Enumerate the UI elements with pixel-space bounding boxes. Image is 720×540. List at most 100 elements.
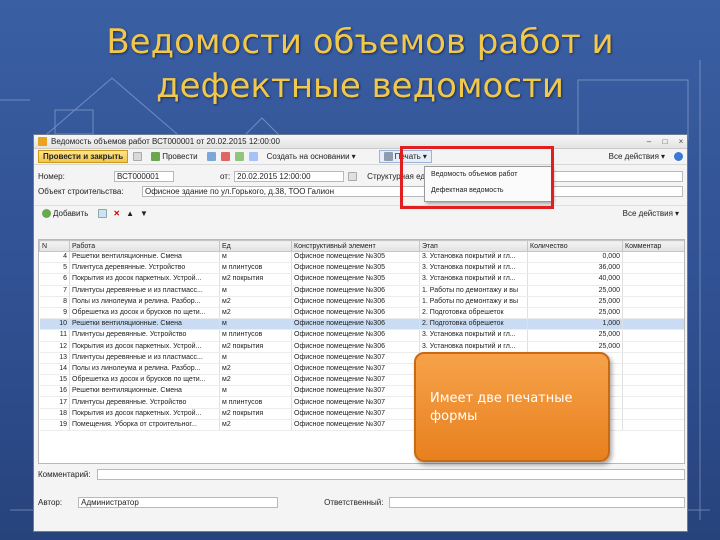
callout-note: Имеет две печатные формы — [414, 352, 610, 462]
cell-stage: 3. Установка покрытий и гл... — [419, 262, 528, 275]
cell-stage: 2. Подготовка обрешеток — [419, 318, 528, 331]
copy-icon[interactable] — [98, 209, 108, 218]
table-all-actions-button[interactable]: Все действия ▾ — [619, 207, 683, 220]
table-row[interactable]: 12 Покрытия из досок паркетных. Устрой...… — [39, 341, 684, 353]
cell-unit: м — [219, 352, 292, 364]
table-row[interactable]: 6 Покрытия из досок паркетных. Устрой... м… — [39, 273, 684, 286]
post-icon — [151, 152, 161, 161]
table-row[interactable]: 5 Плинтуса деревянные. Устройство м плинту… — [39, 262, 684, 275]
column-header-stage[interactable]: Этап — [419, 240, 528, 252]
author-row: Автор: Администратор Ответственный: — [38, 495, 685, 509]
add-icon — [42, 209, 51, 218]
author-field[interactable]: Администратор — [78, 496, 279, 508]
cell-elem: Офисное помещение №306 — [291, 329, 420, 342]
cell-unit: м2 — [219, 307, 292, 320]
table-row[interactable]: 11 Плинтусы деревянные. Устройство м плинт… — [39, 329, 684, 342]
cell-elem: Офисное помещение №306 — [291, 296, 420, 308]
cell-comment — [622, 419, 684, 432]
structure-icon[interactable] — [206, 152, 216, 161]
delete-icon[interactable]: ✕ — [113, 209, 120, 218]
table-row[interactable]: 8 Полы из линолеума и релина. Разбор... м2… — [39, 296, 684, 308]
table-row[interactable]: 4 Решетки вентиляционные. Смена м Офисное п… — [39, 251, 684, 264]
table-row[interactable]: 9 Обрешетка из досок и брусков по щети...… — [39, 307, 684, 320]
cell-elem: Офисное помещение №305 — [291, 262, 420, 275]
cell-stage: 3. Установка покрытий и гл... — [419, 273, 528, 286]
cell-elem: Офисное помещение №307 — [291, 419, 420, 432]
date-field[interactable]: 20.02.2015 12:00:00 — [234, 171, 345, 182]
cell-work: Обрешетка из досок и брусков по щети... — [69, 374, 220, 387]
cell-n: 11 — [39, 329, 70, 342]
cell-work: Покрытия из досок паркетных. Устрой... — [69, 341, 220, 353]
help-icon[interactable] — [674, 152, 683, 161]
post-and-close-button[interactable]: Провести и закрыть — [38, 150, 129, 163]
column-header-unit[interactable]: Ед — [219, 240, 292, 252]
number-field[interactable]: ВСТ000001 — [114, 171, 174, 182]
cell-elem: Офисное помещение №307 — [291, 363, 420, 376]
cell-n: 7 — [39, 285, 70, 297]
slide-title: Ведомости объемов работ и дефектные ведо… — [0, 20, 720, 108]
chevron-down-icon: ▾ — [674, 209, 679, 218]
calendar-icon[interactable] — [348, 172, 358, 181]
responsible-field[interactable] — [389, 496, 685, 508]
cell-n: 4 — [39, 251, 70, 264]
table-toolbar: Добавить ✕ ▲ ▼ Все действия ▾ — [34, 205, 687, 221]
column-header-n[interactable]: N — [39, 240, 70, 252]
cell-comment — [622, 318, 684, 331]
save-icon[interactable] — [133, 152, 143, 161]
related-docs-icon[interactable] — [234, 152, 244, 161]
date-label: от: — [220, 172, 231, 181]
minimize-icon[interactable]: – — [643, 137, 655, 147]
cell-work: Плинтусы деревянные. Устройство — [69, 329, 220, 342]
cell-qty: 1,000 — [527, 318, 623, 331]
cell-unit: м2 — [219, 419, 292, 432]
cell-work: Покрытия из досок паркетных. Устрой... — [69, 408, 220, 420]
cell-stage: 3. Установка покрытий и гл... — [419, 341, 528, 353]
chevron-down-icon: ▾ — [351, 152, 356, 161]
cell-n: 5 — [39, 262, 70, 275]
tree-icon[interactable] — [248, 152, 258, 161]
cell-comment — [622, 329, 684, 342]
all-actions-button[interactable]: Все действия ▾ — [605, 150, 669, 163]
cell-elem: Офисное помещение №307 — [291, 408, 420, 420]
create-based-on-button[interactable]: Создать на основании ▾ — [263, 150, 360, 163]
comment-field[interactable] — [96, 468, 685, 480]
cell-comment — [622, 408, 684, 420]
cell-comment — [622, 273, 684, 286]
add-row-button[interactable]: Добавить — [38, 207, 92, 220]
up-arrow-icon[interactable]: ▲ — [126, 209, 134, 218]
add-row-label: Добавить — [53, 209, 89, 218]
cell-n: 13 — [39, 352, 70, 364]
comment-row: Комментарий: — [38, 467, 685, 481]
column-header-work[interactable]: Работа — [69, 240, 220, 252]
cell-n: 17 — [39, 396, 70, 409]
column-header-element[interactable]: Конструктивный элемент — [291, 240, 420, 252]
cell-comment — [622, 341, 684, 353]
author-label: Автор: — [38, 497, 63, 507]
main-toolbar: Провести и закрыть Провести Создать на о… — [34, 149, 687, 165]
all-actions-label: Все действия — [608, 152, 659, 161]
cell-work: Решетки вентиляционные. Смена — [69, 318, 220, 331]
cell-qty: 25,000 — [527, 285, 623, 297]
cell-work: Плинтусы деревянные и из пластмасс... — [69, 352, 220, 364]
highlight-frame — [400, 146, 554, 209]
cell-n: 6 — [39, 273, 70, 286]
down-arrow-icon[interactable]: ▼ — [140, 209, 148, 218]
column-header-quantity[interactable]: Количество — [527, 240, 623, 252]
cell-n: 18 — [39, 408, 70, 420]
table-row[interactable]: 7 Плинтусы деревянные и из пластмасс... м О… — [39, 285, 684, 297]
post-button[interactable]: Провести — [147, 150, 201, 163]
cell-work: Полы из линолеума и релина. Разбор... — [69, 363, 220, 376]
cell-work: Решетки вентиляционные. Смена — [69, 251, 220, 264]
column-header-comment[interactable]: Комментар — [622, 240, 684, 252]
cell-qty: 25,000 — [527, 341, 623, 353]
cell-n: 15 — [39, 374, 70, 387]
cell-unit: м2 — [219, 374, 292, 387]
close-icon[interactable]: × — [675, 137, 687, 147]
cell-stage: 1. Работы по демонтажу и вы — [419, 285, 528, 297]
cell-work: Обрешетка из досок и брусков по щети... — [69, 307, 220, 320]
slide-title-line-1: Ведомости объемов работ и — [106, 22, 614, 62]
table-row[interactable]: 10 Решетки вентиляционные. Смена м Офисное … — [39, 318, 684, 331]
movements-icon[interactable] — [220, 152, 230, 161]
cell-unit: м2 — [219, 296, 292, 308]
maximize-icon[interactable]: □ — [659, 137, 671, 147]
